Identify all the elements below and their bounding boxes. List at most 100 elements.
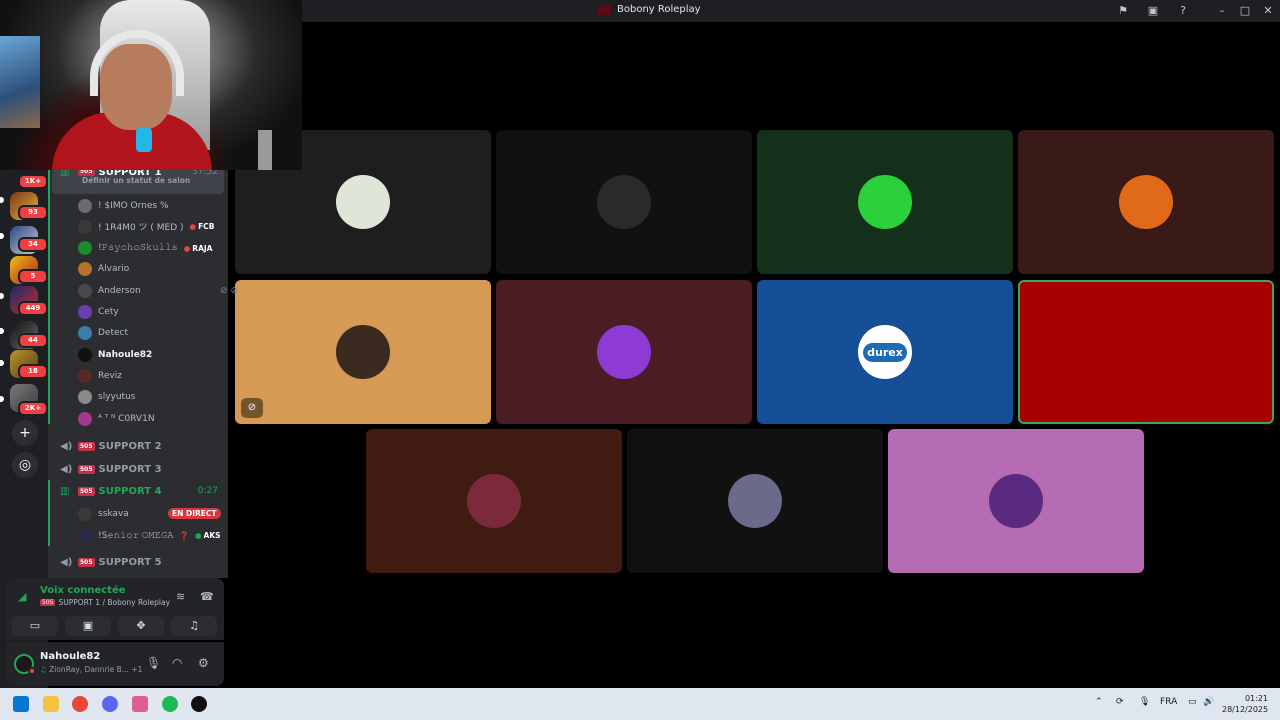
- question-icon: ❓: [179, 531, 189, 540]
- participant-tile[interactable]: [888, 429, 1144, 573]
- screen-share-icon[interactable]: ▣: [65, 616, 111, 636]
- network-icon[interactable]: ▭: [1188, 697, 1197, 707]
- channel-status[interactable]: Définir un statut de salon: [82, 176, 190, 185]
- avatar: [78, 198, 92, 213]
- user-tag: ● AKS: [194, 531, 221, 540]
- user-tag: ● RAJA: [183, 243, 213, 253]
- voice-user[interactable]: ᴬ ᵀ ᴺ C0RV1N: [78, 408, 238, 429]
- noise-suppression-icon[interactable]: ≋: [176, 590, 185, 603]
- avatar: [1119, 325, 1173, 379]
- voice-user[interactable]: Alvario: [78, 259, 238, 280]
- participant-tile[interactable]: [1018, 280, 1274, 424]
- participant-tile[interactable]: [1018, 130, 1274, 274]
- participant-tile[interactable]: ⊘: [235, 280, 491, 424]
- file-explorer-icon[interactable]: [42, 696, 59, 712]
- user-name: Detect: [98, 328, 129, 339]
- chevron-up-icon[interactable]: ⌃: [1095, 697, 1103, 707]
- voice-user[interactable]: Detect: [78, 323, 238, 344]
- compass-icon[interactable]: ◎: [12, 452, 38, 478]
- user-name[interactable]: Nahoule82: [40, 651, 100, 662]
- capcut-icon[interactable]: [131, 696, 148, 712]
- camera-off-icon[interactable]: ▭: [12, 616, 58, 636]
- windows-icon[interactable]: [13, 696, 29, 712]
- avatar: [728, 474, 782, 528]
- signal-icon[interactable]: ◢: [18, 590, 26, 603]
- close-icon[interactable]: ✕: [1261, 4, 1275, 18]
- avatar: [858, 175, 912, 229]
- language-indicator[interactable]: FRA: [1160, 697, 1177, 707]
- activities-icon[interactable]: ✥: [118, 616, 164, 636]
- voice-user[interactable]: ! 1R4M0 ツ ( MED ) ● FCB: [78, 216, 238, 237]
- spotify-icon[interactable]: [161, 696, 178, 712]
- minimize-icon[interactable]: –: [1215, 4, 1229, 18]
- headphones-icon[interactable]: ◠: [172, 656, 182, 670]
- unread-pill: [0, 360, 4, 366]
- avatar: [1119, 175, 1173, 229]
- sync-icon[interactable]: ⟳: [1116, 697, 1124, 707]
- server-badge: 449: [18, 301, 48, 316]
- voice-user[interactable]: ! $IMO Ornes %: [78, 195, 238, 216]
- voice-user[interactable]: Reviz: [78, 365, 238, 386]
- voice-channel-link[interactable]: 505 SUPPORT 1 / Bobony Roleplay: [40, 598, 170, 607]
- user-panel: Nahoule82 ♫ ZionRay, Dannrie B... +1 🎙 ◠…: [6, 642, 224, 686]
- server-badge: 44: [18, 333, 48, 348]
- microphone-icon[interactable]: 🎙: [1139, 697, 1150, 707]
- channel-support-4[interactable]: ▥ 505 SUPPORT 4 0:27: [52, 480, 224, 502]
- server-logo-icon: [598, 4, 611, 15]
- participant-tile[interactable]: [757, 130, 1013, 274]
- avatar: [78, 262, 92, 277]
- channel-support-3[interactable]: ◀) 505 SUPPORT 3: [52, 458, 224, 480]
- server-badge: 2K+: [18, 401, 48, 416]
- channel-name: SUPPORT 4: [98, 485, 162, 497]
- user-tag: ● FCB: [189, 222, 215, 232]
- soundboard-icon[interactable]: ♫: [171, 616, 217, 636]
- user-activity: ♫ ZionRay, Dannrie B... +1: [40, 665, 142, 674]
- wall-poster: [0, 36, 40, 128]
- discord-icon[interactable]: [102, 696, 119, 712]
- server-badge: 1K+: [18, 174, 48, 189]
- plus-icon[interactable]: +: [12, 420, 38, 446]
- microphone-icon[interactable]: 🎙: [146, 656, 161, 670]
- maximize-icon[interactable]: □: [1238, 4, 1252, 18]
- windows-taskbar: ⌃ ⟳ 🎙 FRA ▭ 🔊 01:21 28/12/2025: [0, 688, 1280, 720]
- avatar: [467, 474, 521, 528]
- participant-tile[interactable]: [366, 429, 622, 573]
- voice-user[interactable]: Anderson ⊘ ⊘: [78, 280, 238, 301]
- avatar: [78, 219, 92, 234]
- unread-pill: [0, 328, 4, 334]
- voice-user[interactable]: slyyutus: [78, 387, 238, 408]
- participant-tile[interactable]: [627, 429, 883, 573]
- unread-pill: [0, 293, 4, 299]
- discord-window: Bobony Roleplay ⚑ ▣ ? – □ ✕ ⊘ durex 93 34…: [0, 0, 1280, 720]
- avatar: [78, 347, 92, 362]
- clock-date: 28/12/2025: [1222, 705, 1269, 714]
- voice-user[interactable]: !S𝚎𝚗𝚒𝚘𝚛 𝙾𝙼𝙴𝙶𝙰 ❓ ● AKS: [78, 525, 238, 546]
- flag-icon[interactable]: ⚑: [1116, 4, 1130, 18]
- voice-active-bar: [48, 480, 50, 546]
- help-icon[interactable]: ?: [1176, 4, 1190, 18]
- rockstar-icon[interactable]: [191, 696, 208, 712]
- chrome-icon[interactable]: [72, 696, 89, 712]
- inbox-icon[interactable]: ▣: [1146, 4, 1160, 18]
- voice-user[interactable]: Nahoule82: [78, 344, 238, 365]
- voice-stage: ⊘ durex: [228, 22, 1280, 688]
- participant-tile[interactable]: durex: [757, 280, 1013, 424]
- participant-tile[interactable]: [496, 130, 752, 274]
- disconnect-icon[interactable]: ☎: [200, 590, 214, 603]
- voice-user[interactable]: Cety: [78, 302, 238, 323]
- voice-user[interactable]: !𝙿𝚜𝚢𝚌𝚑𝚘𝚂𝚔𝚞𝚕𝚕𝚜 ● RAJA: [78, 238, 238, 259]
- avatar: [78, 368, 92, 383]
- settings-gear-icon[interactable]: ⚙: [198, 656, 209, 670]
- speaker-icon: ▥: [60, 485, 70, 497]
- system-clock[interactable]: 01:21 28/12/2025: [1222, 693, 1268, 715]
- channel-support-2[interactable]: ◀) 505 SUPPORT 2: [52, 435, 224, 457]
- user-name: ! $IMO Ornes %: [98, 200, 169, 211]
- volume-icon[interactable]: 🔊: [1203, 697, 1214, 707]
- voice-active-bar: [48, 170, 50, 424]
- unread-pill: [0, 396, 4, 402]
- channel-name: SUPPORT 3: [98, 463, 162, 475]
- voice-status[interactable]: Voix connectée: [40, 585, 126, 596]
- channel-support-5[interactable]: ◀) 505 SUPPORT 5: [52, 551, 224, 573]
- participant-tile[interactable]: [496, 280, 752, 424]
- channel-tag: 505: [40, 599, 56, 606]
